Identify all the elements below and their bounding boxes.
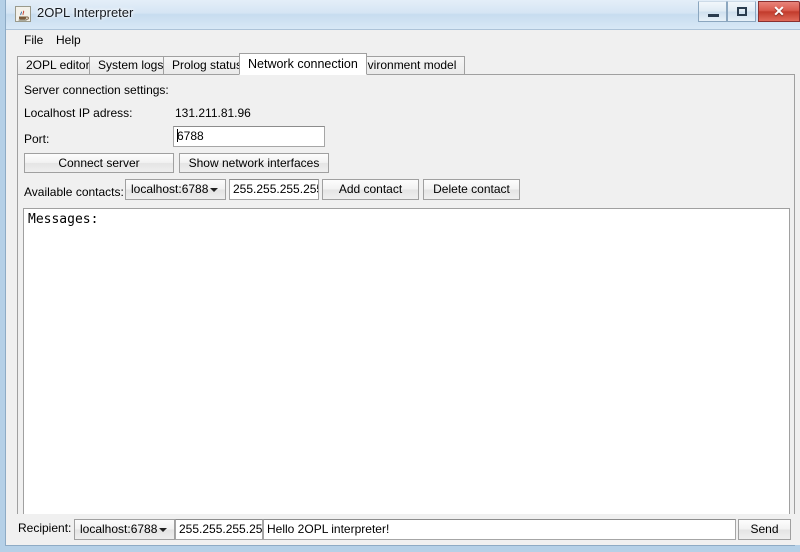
tab-2opl-editor[interactable]: 2OPL editor	[17, 56, 99, 75]
window-title: 2OPL Interpreter	[37, 5, 134, 20]
recipient-selected-value: localhost:6788	[80, 522, 158, 536]
network-connection-panel: Server connection settings: Localhost IP…	[17, 74, 795, 541]
add-contact-button[interactable]: Add contact	[322, 179, 419, 200]
tab-network-connection[interactable]: Network connection	[239, 53, 367, 75]
tab-prolog-status[interactable]: Prolog status	[163, 56, 252, 75]
minimize-button[interactable]	[698, 1, 727, 22]
menu-bar: File Help	[12, 30, 800, 52]
close-button[interactable]: ✕	[758, 1, 800, 22]
close-icon: ✕	[773, 3, 785, 19]
recipient-netmask-input[interactable]: 255.255.255.255	[175, 519, 263, 540]
recipient-bar: Recipient: localhost:6788 255.255.255.25…	[12, 514, 800, 545]
tab-system-logs[interactable]: System logs	[89, 56, 173, 75]
delete-contact-button[interactable]: Delete contact	[423, 179, 520, 200]
chevron-down-icon	[159, 528, 167, 532]
connect-server-button[interactable]: Connect server	[24, 153, 174, 173]
available-contacts-label: Available contacts:	[24, 185, 124, 199]
show-network-interfaces-button[interactable]: Show network interfaces	[179, 153, 329, 173]
available-contacts-selected-value: localhost:6788	[131, 182, 209, 196]
chevron-down-icon	[210, 188, 218, 192]
tab-strip: 2OPL editor System logs Prolog status Ne…	[17, 53, 795, 75]
message-input[interactable]: Hello 2OPL interpreter!	[263, 519, 736, 540]
localhost-ip-label: Localhost IP adress:	[24, 106, 133, 120]
java-coffee-cup-icon	[15, 6, 31, 22]
port-input[interactable]: 6788	[173, 126, 325, 147]
recipient-dropdown[interactable]: localhost:6788	[74, 519, 175, 540]
content-area: 2OPL editor System logs Prolog status Ne…	[12, 51, 800, 545]
contact-netmask-input[interactable]: 255.255.255.255	[229, 179, 319, 200]
available-contacts-dropdown[interactable]: localhost:6788	[125, 179, 226, 200]
minimize-icon	[708, 14, 719, 17]
messages-content: Messages:	[28, 212, 99, 227]
application-window: 2OPL Interpreter ✕ File Help 2OPL editor…	[0, 0, 800, 552]
menu-item-file[interactable]: File	[20, 33, 47, 47]
title-bar: 2OPL Interpreter ✕	[6, 0, 800, 30]
send-button[interactable]: Send	[738, 519, 791, 540]
recipient-label: Recipient:	[18, 521, 72, 535]
menu-item-help[interactable]: Help	[52, 33, 85, 47]
messages-text-area[interactable]: Messages:	[23, 208, 790, 528]
port-label: Port:	[24, 132, 50, 146]
localhost-ip-value: 131.211.81.96	[175, 106, 251, 120]
maximize-icon	[737, 7, 747, 16]
server-settings-heading: Server connection settings:	[24, 83, 169, 97]
maximize-button[interactable]	[727, 1, 756, 22]
port-input-value: 6788	[177, 129, 204, 143]
